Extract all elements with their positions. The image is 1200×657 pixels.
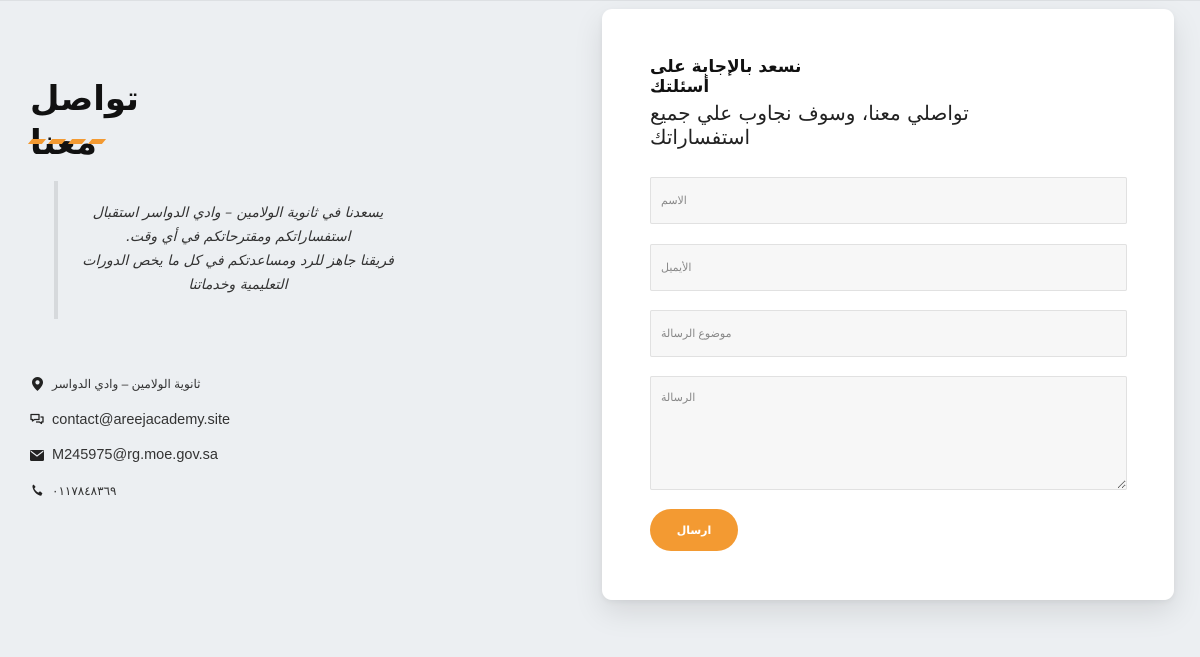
contact-form-card: نسعد بالإجابة على أسئلتك تواصلي معنا، وس… bbox=[602, 9, 1174, 600]
title-underline-decoration bbox=[27, 139, 107, 144]
contact-site-email-link[interactable]: contact@areejacademy.site bbox=[52, 412, 230, 428]
subject-input[interactable] bbox=[650, 310, 1127, 357]
contact-address-text: ثانوية الولامين – وادي الدواسر bbox=[52, 377, 201, 391]
contact-phone: ٠١١٧٨٤٨٣٦٩ bbox=[30, 482, 230, 500]
location-pin-icon bbox=[30, 377, 44, 391]
form-heading: نسعد بالإجابة على أسئلتك bbox=[650, 57, 802, 97]
name-input[interactable] bbox=[650, 177, 1127, 224]
page-title: تواصل معنا bbox=[30, 79, 139, 163]
phone-icon bbox=[30, 484, 44, 498]
contact-moe-email: M245975@rg.moe.gov.sa bbox=[30, 446, 230, 464]
decoration-dash bbox=[67, 139, 87, 144]
form-subheading: تواصلي معنا، وسوف نجاوب علي جميع استفسار… bbox=[650, 101, 969, 149]
contact-phone-link[interactable]: ٠١١٧٨٤٨٣٦٩ bbox=[52, 484, 116, 498]
contact-list: ثانوية الولامين – وادي الدواسر contact@a… bbox=[30, 375, 230, 517]
contact-address: ثانوية الولامين – وادي الدواسر bbox=[30, 375, 230, 393]
decoration-dash bbox=[87, 139, 107, 144]
envelope-icon bbox=[30, 448, 44, 462]
contact-moe-email-link[interactable]: M245975@rg.moe.gov.sa bbox=[52, 447, 218, 463]
decoration-dash bbox=[27, 139, 47, 144]
message-textarea[interactable] bbox=[650, 376, 1127, 490]
decoration-dash bbox=[47, 139, 67, 144]
contact-info-section: تواصل معنا يسعدنا في ثانوية الولامين – و… bbox=[0, 1, 560, 657]
quote-text: يسعدنا في ثانوية الولامين – وادي الدواسر… bbox=[82, 205, 394, 293]
email-input[interactable] bbox=[650, 244, 1127, 291]
chat-bubble-icon bbox=[30, 413, 44, 427]
contact-site-email: contact@areejacademy.site bbox=[30, 411, 230, 429]
send-button[interactable]: ارسال bbox=[650, 509, 738, 551]
welcome-quote: يسعدنا في ثانوية الولامين – وادي الدواسر… bbox=[54, 181, 414, 319]
